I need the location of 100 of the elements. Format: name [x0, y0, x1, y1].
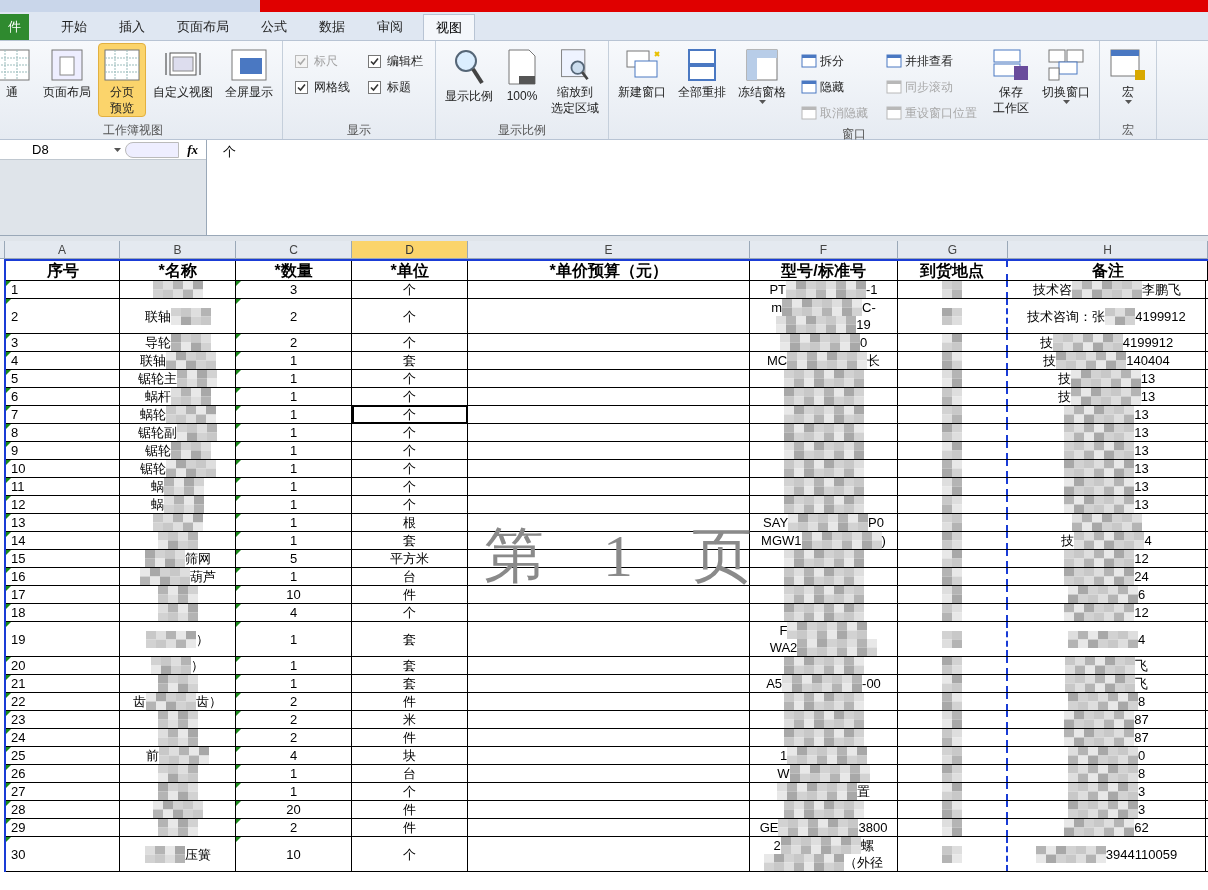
unit: 套 — [403, 533, 416, 548]
ribbon-tab[interactable]: 插入 — [107, 14, 157, 40]
ribbon-tab[interactable]: 开始 — [49, 14, 99, 40]
row-number: 22 — [11, 693, 26, 710]
mosaic-blur — [1064, 424, 1135, 441]
mosaic-blur — [1056, 352, 1127, 369]
ribbon-button[interactable]: 缩放到 选定区域 — [546, 43, 604, 117]
ribbon-button[interactable]: 分页 预览 — [98, 43, 146, 117]
column-header[interactable]: H — [1008, 241, 1208, 258]
mosaic-blur — [157, 783, 198, 800]
error-indicator-icon — [6, 550, 11, 555]
ribbon-small-button[interactable]: 并排查看 — [886, 49, 977, 73]
ribbon-small-button[interactable]: 隐藏 — [801, 75, 868, 99]
note-fragment: 4 — [1144, 532, 1152, 549]
ribbon-button[interactable]: 冻结窗格 — [733, 43, 791, 117]
column-header[interactable]: G — [898, 241, 1008, 258]
row-number: 19 — [11, 630, 26, 648]
mosaic-blur — [1065, 675, 1135, 692]
ribbon-button[interactable]: 保存 工作区 — [987, 43, 1035, 117]
ribbon-button[interactable]: 页面布局 — [38, 43, 96, 117]
ribbon-checkbox[interactable]: 网格线 — [295, 75, 350, 99]
page-icon — [48, 48, 86, 82]
note-fragment: 技术咨询：张 — [1027, 307, 1106, 325]
row-number: 23 — [11, 711, 26, 728]
error-indicator-icon — [6, 819, 11, 824]
mosaic-blur — [157, 604, 198, 621]
error-indicator-icon — [6, 478, 11, 483]
mosaic-blur — [1064, 568, 1135, 585]
mosaic-blur — [157, 586, 198, 603]
ribbon-tab[interactable]: 页面布局 — [165, 14, 241, 40]
mosaic-blur — [1065, 657, 1135, 674]
zoom-selection-icon — [558, 48, 592, 82]
arrange-icon — [685, 48, 719, 82]
error-indicator-icon — [236, 568, 241, 573]
column-header[interactable]: D — [352, 241, 468, 258]
note-fragment: 87 — [1134, 729, 1149, 746]
error-indicator-icon — [6, 281, 11, 286]
model-fragment: 置 — [857, 783, 870, 800]
name-fragment: 蜗 — [151, 478, 164, 495]
row-number: 15 — [11, 550, 26, 567]
name-fragment: 联轴 — [144, 307, 171, 325]
ribbon-button[interactable]: 全屏显示 — [220, 43, 278, 117]
error-indicator-icon — [6, 657, 11, 662]
quantity: 1 — [289, 630, 298, 648]
ribbon-button[interactable]: 切换窗口 — [1037, 43, 1095, 117]
error-indicator-icon — [236, 819, 241, 824]
column-header[interactable]: A — [5, 241, 120, 258]
row-number: 30 — [11, 845, 26, 863]
ribbon-button[interactable]: 自定义视图 — [148, 43, 218, 117]
mosaic-blur — [942, 496, 962, 513]
ribbon-tab[interactable]: 公式 — [249, 14, 299, 40]
formula-divider-handle[interactable] — [125, 141, 180, 158]
error-indicator-icon — [6, 729, 11, 734]
ribbon-button[interactable]: 显示比例 — [440, 43, 498, 117]
ribbon-button[interactable]: 100% — [500, 43, 544, 117]
row-number: 28 — [11, 801, 26, 818]
note-fragment: 李鹏飞 — [1141, 281, 1181, 298]
row-number: 3 — [11, 334, 19, 351]
ribbon-button[interactable]: 宏 — [1104, 43, 1152, 117]
ribbon-tab[interactable]: 数据 — [307, 14, 357, 40]
error-indicator-icon — [6, 747, 11, 752]
ribbon-button[interactable]: 全部重排 — [673, 43, 731, 117]
column-header[interactable]: F — [750, 241, 898, 258]
quantity: 1 — [289, 568, 298, 585]
mosaic-blur — [942, 845, 962, 863]
ribbon-small-button[interactable]: 拆分 — [801, 49, 868, 73]
mosaic-blur — [942, 424, 962, 441]
mosaic-blur — [1064, 496, 1135, 513]
ribbon-button[interactable]: 通 — [0, 43, 36, 117]
column-heading: *单位 — [352, 261, 468, 280]
unit: 个 — [403, 335, 416, 350]
name-box[interactable]: D8 — [0, 139, 125, 160]
check-icon — [297, 56, 306, 66]
error-indicator-icon — [6, 514, 11, 519]
formula-input[interactable]: 个 — [207, 140, 1208, 235]
sheet-grid-icon — [0, 48, 31, 82]
column-header[interactable]: E — [468, 241, 750, 258]
column-header[interactable]: B — [120, 241, 236, 258]
error-indicator-icon — [6, 442, 11, 447]
error-indicator-icon — [236, 657, 241, 662]
ribbon-tab[interactable]: 审阅 — [365, 14, 415, 40]
name-fragment: 前 — [146, 747, 159, 764]
note-fragment: 13 — [1134, 478, 1149, 495]
row-number: 26 — [11, 765, 26, 782]
error-indicator-icon — [236, 406, 241, 411]
quantity: 2 — [289, 819, 298, 836]
model-fragment: MC — [766, 352, 788, 369]
ribbon-checkbox[interactable]: 标题 — [368, 75, 423, 99]
ribbon-button[interactable]: 新建窗口 — [613, 43, 671, 117]
file-tab[interactable]: 件 — [0, 14, 29, 40]
mosaic-blur — [1052, 334, 1123, 351]
model-fragment: -00 — [862, 675, 881, 692]
mosaic-blur — [942, 711, 962, 728]
mosaic-blur — [942, 514, 962, 531]
mosaic-blur — [942, 765, 962, 782]
error-indicator-icon — [6, 406, 11, 411]
ribbon-checkbox[interactable]: 编辑栏 — [368, 49, 423, 73]
error-indicator-icon — [6, 424, 11, 429]
insert-function-icon[interactable]: fx — [179, 139, 206, 160]
ribbon-tab[interactable]: 视图 — [423, 14, 475, 40]
